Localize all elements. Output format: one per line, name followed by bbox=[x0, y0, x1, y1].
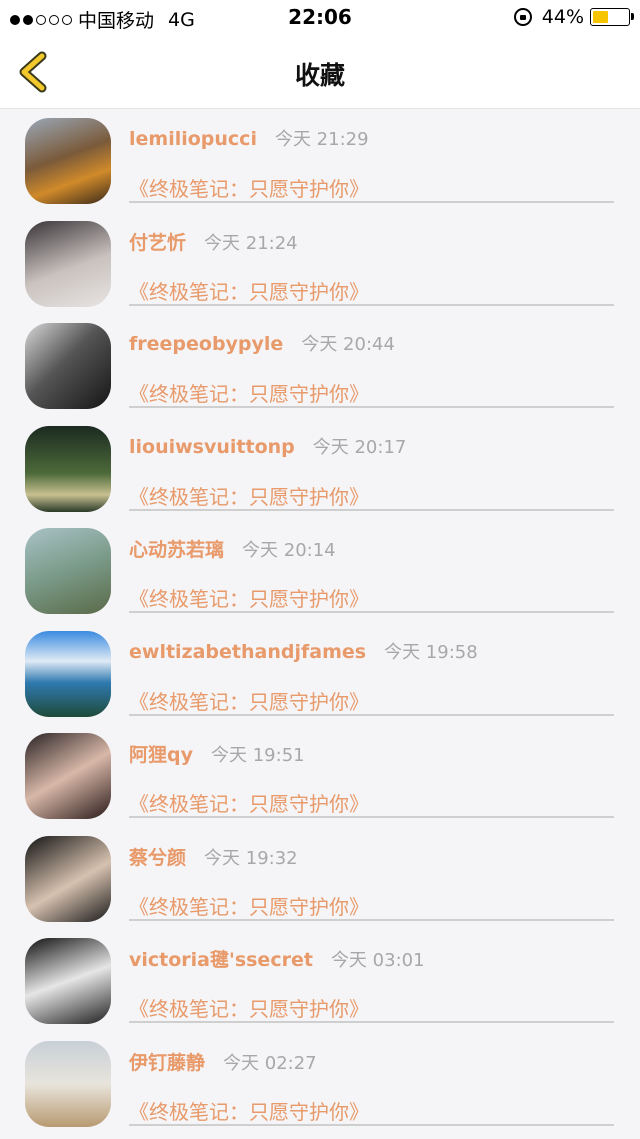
row-divider bbox=[129, 918, 614, 921]
avatar[interactable] bbox=[25, 630, 111, 717]
username-text: victoria毽'ssecret bbox=[129, 949, 313, 971]
timestamp: 今天 19:51 bbox=[211, 745, 305, 766]
username[interactable]: ewltizabethandjfames 今天 19:58 bbox=[129, 638, 478, 664]
work-title-link[interactable]: 《终极笔记：只愿守护你》 bbox=[129, 891, 369, 920]
username-text: 伊钉藤静 bbox=[129, 1051, 206, 1074]
navigation-bar: 收藏 bbox=[0, 36, 640, 109]
username[interactable]: liouiwsvuittonp 今天 20:17 bbox=[129, 433, 406, 459]
page-title: 收藏 bbox=[294, 61, 345, 90]
username-text: liouiwsvuittonp bbox=[129, 435, 295, 458]
list-item[interactable]: freepeobypyle 今天 20:44 《终极笔记：只愿守护你》 bbox=[0, 314, 640, 417]
row-divider bbox=[129, 1021, 614, 1023]
battery-fill bbox=[593, 11, 608, 23]
row-divider bbox=[129, 816, 614, 818]
avatar[interactable] bbox=[25, 528, 111, 614]
battery-icon bbox=[590, 8, 634, 26]
row-divider bbox=[129, 303, 614, 306]
rotation-lock-icon bbox=[513, 8, 532, 26]
list-item[interactable]: ewltizabethandjfames 今天 19:58 《终极笔记：只愿守护你》 bbox=[0, 622, 640, 725]
row-divider bbox=[129, 406, 614, 408]
username[interactable]: freepeobypyle 今天 20:44 bbox=[129, 330, 395, 356]
list-item[interactable]: liouiwsvuittonp 今天 20:17 《终极笔记：只愿守护你》 bbox=[0, 417, 640, 520]
username[interactable]: 付艺忻 今天 21:24 bbox=[129, 228, 298, 255]
status-right: 44% bbox=[513, 6, 634, 28]
battery-percent: 44% bbox=[541, 6, 584, 28]
username-text: 蔡兮颜 bbox=[129, 846, 187, 869]
favorites-list: lemiliopucci 今天 21:29 《终极笔记：只愿守护你》 付艺忻 今天 21… bbox=[0, 109, 640, 1134]
work-title-link[interactable]: 《终极笔记：只愿守护你》 bbox=[129, 686, 369, 715]
timestamp: 今天 20:44 bbox=[301, 334, 395, 355]
username-text: lemiliopucci bbox=[129, 128, 257, 150]
username-text: 阿狸qy bbox=[129, 744, 193, 766]
username-text: ewltizabethandjfames bbox=[129, 640, 367, 663]
timestamp: 今天 20:14 bbox=[242, 540, 336, 561]
work-title-link[interactable]: 《终极笔记：只愿守护你》 bbox=[129, 583, 369, 612]
list-item[interactable]: 蔡兮颜 今天 19:32 《终极笔记：只愿守护你》 bbox=[0, 827, 640, 930]
username-text: freepeobypyle bbox=[129, 333, 284, 355]
avatar[interactable] bbox=[25, 733, 111, 819]
row-divider bbox=[129, 508, 614, 511]
work-title-link[interactable]: 《终极笔记：只愿守护你》 bbox=[129, 1096, 369, 1125]
list-item[interactable]: 付艺忻 今天 21:24 《终极笔记：只愿守护你》 bbox=[0, 212, 640, 315]
timestamp: 今天 03:01 bbox=[330, 950, 425, 971]
row-divider bbox=[129, 1123, 614, 1126]
avatar[interactable] bbox=[25, 323, 111, 409]
work-title-link[interactable]: 《终极笔记：只愿守护你》 bbox=[129, 378, 369, 407]
list-item[interactable]: victoria毽'ssecret 今天 03:01 《终极笔记：只愿守护你》 bbox=[0, 929, 640, 1032]
username[interactable]: lemiliopucci 今天 21:29 bbox=[129, 125, 369, 151]
row-divider bbox=[129, 611, 614, 613]
avatar[interactable] bbox=[25, 938, 111, 1024]
work-title-link[interactable]: 《终极笔记：只愿守护你》 bbox=[129, 173, 369, 202]
avatar[interactable] bbox=[25, 425, 111, 512]
timestamp: 今天 02:27 bbox=[223, 1052, 317, 1074]
username[interactable]: 心动苏若璃 今天 20:14 bbox=[129, 535, 336, 562]
list-item[interactable]: 阿狸qy 今天 19:51 《终极笔记：只愿守护你》 bbox=[0, 724, 640, 827]
work-title-link[interactable]: 《终极笔记：只愿守护你》 bbox=[129, 276, 369, 305]
status-bar: 中国移动 4G 22:06 44% bbox=[0, 0, 640, 36]
timestamp: 今天 19:32 bbox=[204, 847, 298, 869]
username-text: 心动苏若璃 bbox=[129, 539, 225, 561]
timestamp: 今天 21:29 bbox=[274, 129, 369, 150]
username[interactable]: victoria毽'ssecret 今天 03:01 bbox=[129, 945, 425, 972]
username-text: 付艺忻 bbox=[129, 231, 187, 254]
timestamp: 今天 20:17 bbox=[312, 436, 407, 458]
work-title-link[interactable]: 《终极笔记：只愿守护你》 bbox=[129, 788, 369, 817]
avatar[interactable] bbox=[25, 118, 111, 204]
row-divider bbox=[129, 713, 614, 716]
list-item[interactable]: lemiliopucci 今天 21:29 《终极笔记：只愿守护你》 bbox=[0, 109, 640, 212]
avatar[interactable] bbox=[25, 1040, 111, 1127]
username[interactable]: 蔡兮颜 今天 19:32 bbox=[129, 843, 298, 870]
row-divider bbox=[129, 201, 614, 203]
avatar[interactable] bbox=[25, 220, 111, 307]
work-title-link[interactable]: 《终极笔记：只愿守护你》 bbox=[129, 481, 369, 510]
list-item[interactable]: 伊钉藤静 今天 02:27 《终极笔记：只愿守护你》 bbox=[0, 1032, 640, 1135]
avatar[interactable] bbox=[25, 835, 111, 922]
work-title-link[interactable]: 《终极笔记：只愿守护你》 bbox=[129, 993, 369, 1022]
list-item[interactable]: 心动苏若璃 今天 20:14 《终极笔记：只愿守护你》 bbox=[0, 519, 640, 622]
timestamp: 今天 21:24 bbox=[204, 232, 298, 254]
timestamp: 今天 19:58 bbox=[384, 641, 478, 663]
username[interactable]: 阿狸qy 今天 19:51 bbox=[129, 740, 305, 767]
username[interactable]: 伊钉藤静 今天 02:27 bbox=[129, 1048, 317, 1075]
